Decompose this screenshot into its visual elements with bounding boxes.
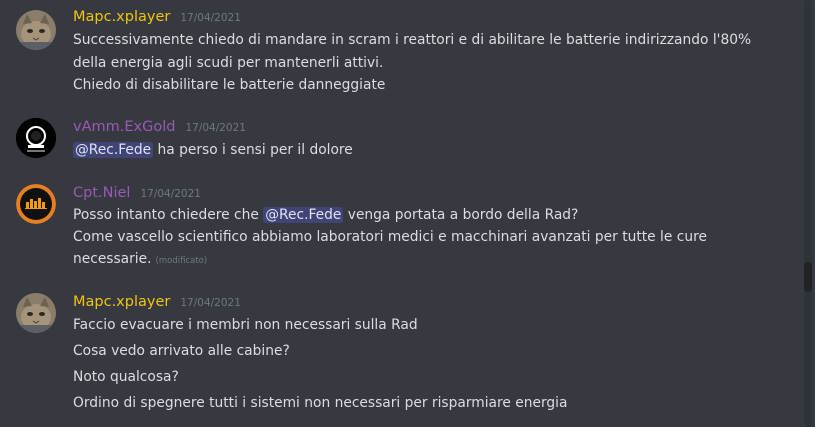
message-line: @Rec.Fede ha perso i sensi per il dolore	[73, 140, 353, 160]
scrollbar-thumb[interactable]	[804, 262, 812, 292]
user-mention[interactable]: @Rec.Fede	[73, 142, 154, 158]
message-text: Posso intanto chiedere che	[73, 207, 264, 223]
timestamp: 17/04/2021	[185, 122, 246, 134]
message-line: Come vascello scientifico abbiamo labora…	[73, 229, 707, 245]
cat-avatar-icon	[16, 293, 56, 333]
message-line: Cosa vedo arrivato alle cabine?	[73, 343, 290, 359]
timestamp: 17/04/2021	[140, 188, 201, 200]
message-line: Faccio evacuare i membri non necessari s…	[73, 317, 418, 333]
message-line: Ordino di spegnere tutti i sistemi non n…	[73, 395, 568, 411]
cat-avatar-icon	[16, 10, 56, 50]
message-text: ha perso i sensi per il dolore	[153, 142, 353, 158]
message-text: venga portata a bordo della Rad?	[343, 207, 579, 223]
sunset-skyline-avatar-icon	[16, 184, 56, 224]
message-line: Noto qualcosa?	[73, 369, 179, 385]
message-line: Chiedo di disabilitare le batterie danne…	[73, 77, 386, 93]
message-line: Posso intanto chiedere che @Rec.Fede ven…	[73, 205, 578, 225]
message-line: Successivamente chiedo di mandare in scr…	[73, 32, 752, 48]
username[interactable]: Mapc.xplayer	[73, 294, 170, 310]
user-mention[interactable]: @Rec.Fede	[263, 207, 344, 223]
message-group: Mapc.xplayer 17/04/2021 Faccio evacuare …	[0, 285, 800, 425]
username[interactable]: vAmm.ExGold	[73, 119, 175, 135]
message-group: Mapc.xplayer 17/04/2021 Successivamente …	[0, 0, 800, 100]
avatar[interactable]	[16, 184, 56, 224]
avatar[interactable]	[16, 118, 56, 158]
message-text: necessarie.	[73, 251, 152, 267]
astronaut-avatar-icon	[16, 118, 56, 158]
avatar[interactable]	[16, 10, 56, 50]
scrollbar[interactable]	[804, 0, 812, 427]
timestamp: 17/04/2021	[180, 297, 241, 309]
timestamp: 17/04/2021	[180, 12, 241, 24]
avatar[interactable]	[16, 293, 56, 333]
message-group: Cpt.Niel 17/04/2021 Posso intanto chiede…	[0, 176, 800, 276]
message-group: vAmm.ExGold 17/04/2021 @Rec.Fede ha pers…	[0, 110, 800, 170]
message-line: della energia agli scudi per mantenerli …	[73, 55, 384, 71]
username[interactable]: Cpt.Niel	[73, 185, 130, 201]
chat-messages: Mapc.xplayer 17/04/2021 Successivamente …	[0, 0, 815, 427]
edited-label: (modificato)	[155, 256, 208, 266]
username[interactable]: Mapc.xplayer	[73, 9, 170, 25]
message-line: necessarie. (modificato)	[73, 249, 207, 271]
